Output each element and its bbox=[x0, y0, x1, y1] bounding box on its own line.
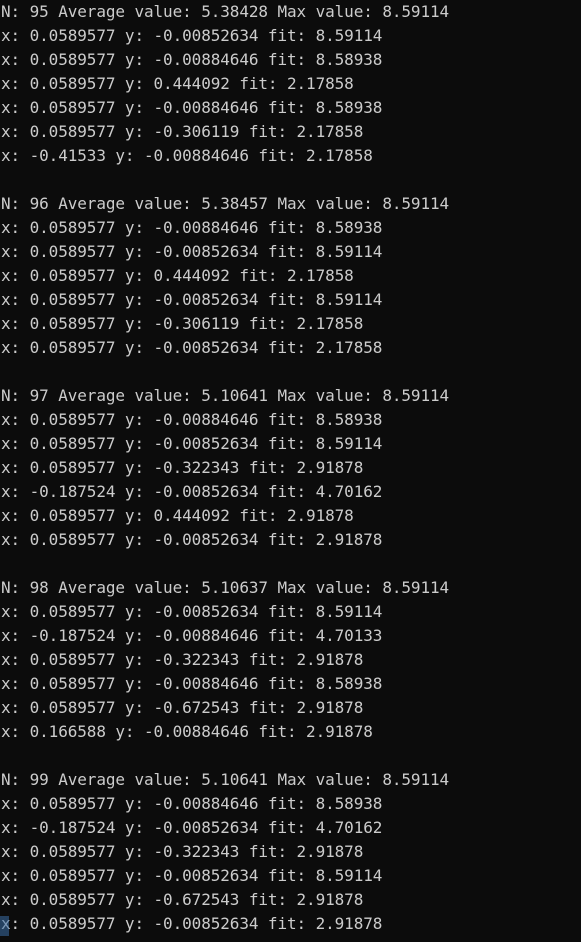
output-line: x: 0.0589577 y: -0.00852634 fit: 8.59114 bbox=[1, 602, 383, 621]
output-line: x: 0.0589577 y: -0.322343 fit: 2.91878 bbox=[1, 458, 364, 477]
generation-block-97: N: 97 Average value: 5.10641 Max value: … bbox=[0, 384, 581, 576]
output-line: x: 0.0589577 y: -0.00852634 fit: 2.91878 bbox=[1, 530, 383, 549]
console-output[interactable]: N: 95 Average value: 5.38428 Max value: … bbox=[0, 0, 581, 942]
generation-block-99: N: 99 Average value: 5.10641 Max value: … bbox=[0, 768, 581, 936]
output-line: x: 0.166588 y: -0.00884646 fit: 2.91878 bbox=[1, 722, 373, 741]
output-line: x: 0.0589577 y: -0.00852634 fit: 8.59114 bbox=[1, 434, 383, 453]
generation-block-98: N: 98 Average value: 5.10637 Max value: … bbox=[0, 576, 581, 768]
generation-block-96: N: 96 Average value: 5.38457 Max value: … bbox=[0, 192, 581, 384]
output-line: x: 0.0589577 y: -0.00884646 fit: 8.58938 bbox=[1, 98, 383, 117]
output-line: x: 0.0589577 y: -0.00852634 fit: 8.59114 bbox=[1, 26, 383, 45]
output-line: x: 0.0589577 y: -0.672543 fit: 2.91878 bbox=[1, 890, 364, 909]
output-line: x: 0.0589577 y: -0.00884646 fit: 8.58938 bbox=[1, 674, 383, 693]
output-line: x: 0.0589577 y: -0.00852634 fit: 2.17858 bbox=[1, 338, 383, 357]
output-line: x: 0.0589577 y: -0.00884646 fit: 8.58938 bbox=[1, 410, 383, 429]
output-line: x: 0.0589577 y: -0.306119 fit: 2.17858 bbox=[1, 122, 364, 141]
output-line: x: 0.0589577 y: -0.322343 fit: 2.91878 bbox=[1, 650, 364, 669]
output-line: x: 0.0589577 y: -0.00852634 fit: 8.59114 bbox=[1, 290, 383, 309]
output-line: x: 0.0589577 y: -0.00852634 fit: 8.59114 bbox=[1, 866, 383, 885]
output-line: x: -0.187524 y: -0.00852634 fit: 4.70162 bbox=[1, 482, 383, 501]
output-line: x: 0.0589577 y: -0.00884646 fit: 8.58938 bbox=[1, 218, 383, 237]
generation-header: N: 95 Average value: 5.38428 Max value: … bbox=[1, 2, 450, 21]
output-line: x: -0.41533 y: -0.00884646 fit: 2.17858 bbox=[1, 146, 373, 165]
output-line: x: 0.0589577 y: -0.00884646 fit: 8.58938 bbox=[1, 50, 383, 69]
output-line: x: -0.187524 y: -0.00852634 fit: 4.70162 bbox=[1, 818, 383, 837]
output-line: x: -0.187524 y: -0.00884646 fit: 4.70133 bbox=[1, 626, 383, 645]
output-line: x: 0.0589577 y: -0.00884646 fit: 8.58938 bbox=[1, 794, 383, 813]
output-line: x: 0.0589577 y: 0.444092 fit: 2.17858 bbox=[1, 74, 354, 93]
generation-block-95: N: 95 Average value: 5.38428 Max value: … bbox=[0, 0, 581, 192]
output-line: x: 0.0589577 y: -0.306119 fit: 2.17858 bbox=[1, 314, 364, 333]
output-line: x: 0.0589577 y: 0.444092 fit: 2.17858 bbox=[1, 266, 354, 285]
generation-header: N: 98 Average value: 5.10637 Max value: … bbox=[1, 578, 450, 597]
generation-header: N: 96 Average value: 5.38457 Max value: … bbox=[1, 194, 450, 213]
output-line: x: 0.0589577 y: 0.444092 fit: 2.91878 bbox=[1, 506, 354, 525]
output-line: x: 0.0589577 y: -0.00852634 fit: 8.59114 bbox=[1, 242, 383, 261]
text-cursor bbox=[0, 916, 9, 936]
generation-header: N: 97 Average value: 5.10641 Max value: … bbox=[1, 386, 450, 405]
output-line: x: 0.0589577 y: -0.00852634 fit: 2.91878 bbox=[1, 914, 383, 933]
output-line: x: 0.0589577 y: -0.672543 fit: 2.91878 bbox=[1, 698, 364, 717]
output-line: x: 0.0589577 y: -0.322343 fit: 2.91878 bbox=[1, 842, 364, 861]
generation-header: N: 99 Average value: 5.10641 Max value: … bbox=[1, 770, 450, 789]
